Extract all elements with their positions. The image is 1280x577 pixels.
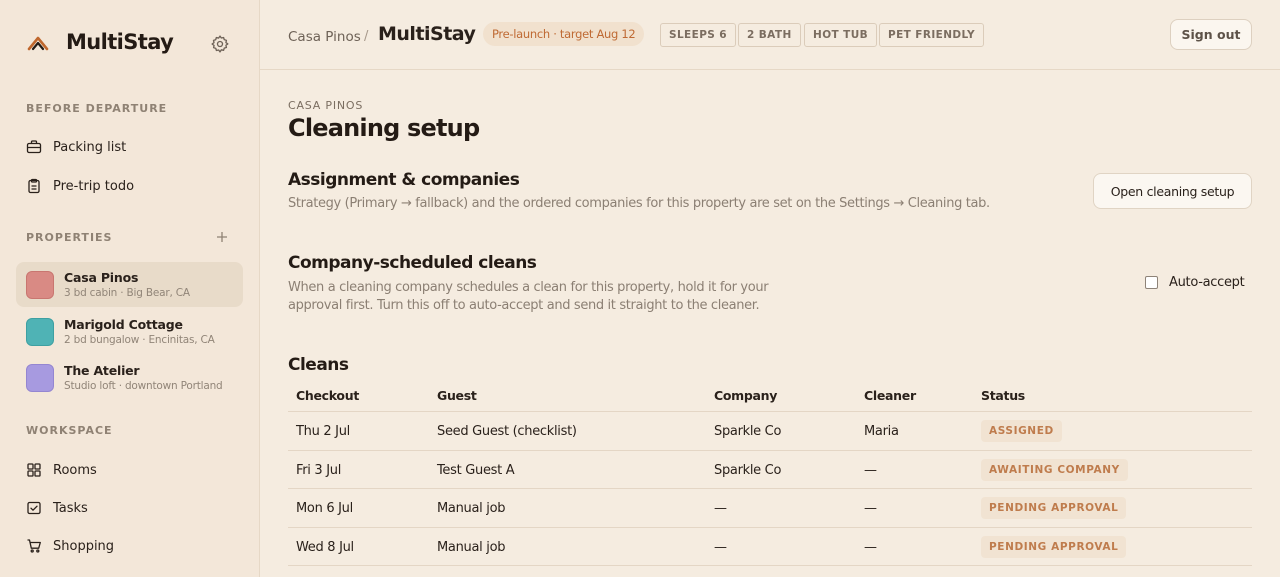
property-name: The Atelier: [64, 363, 140, 378]
column-header-guest: Guest: [437, 388, 477, 403]
app-name: MultiStay: [66, 30, 174, 54]
property-subtitle: Studio loft · downtown Portland: [64, 380, 223, 392]
sidebar-item-label: Rooms: [53, 462, 97, 478]
clipboard-icon: [28, 178, 40, 194]
cell-guest: Manual job: [437, 539, 506, 555]
sign-out-button[interactable]: Sign out: [1170, 19, 1252, 50]
sidebar-item-tasks[interactable]: Tasks: [16, 492, 243, 524]
auto-accept-toggle[interactable]: Auto-accept: [1145, 275, 1245, 290]
open-cleaning-setup-button[interactable]: Open cleaning setup: [1093, 173, 1252, 209]
tag-bath: 2 BATH: [738, 23, 801, 47]
cell-cleaner: —: [864, 462, 877, 478]
table-row[interactable]: Wed 8 Jul Manual job — — PENDING APPROVA…: [288, 528, 1252, 566]
cell-cleaner: —: [864, 539, 877, 555]
sidebar-item-pre-trip-todo[interactable]: Pre-trip todo: [16, 170, 243, 202]
company-cleans-heading: Company-scheduled cleans: [288, 253, 537, 273]
assignment-description: Strategy (Primary → fallback) and the or…: [288, 196, 990, 211]
auto-accept-checkbox[interactable]: [1145, 276, 1158, 289]
cell-company: —: [714, 539, 727, 555]
status-badge: PENDING APPROVAL: [981, 535, 1127, 558]
property-subtitle: 3 bd cabin · Big Bear, CA: [64, 287, 190, 299]
cart-icon: [27, 539, 41, 553]
cell-checkout: Mon 6 Jul: [296, 501, 353, 516]
column-header-status: Status: [981, 388, 1025, 403]
table-row[interactable]: Mon 6 Jul Manual job — — PENDING APPROVA…: [288, 489, 1252, 528]
cleans-table: Checkout Guest Company Cleaner Status Th…: [288, 380, 1252, 566]
property-name: Casa Pinos: [64, 270, 139, 285]
cell-guest: Test Guest A: [437, 462, 515, 478]
cell-guest: Seed Guest (checklist): [437, 424, 577, 439]
cell-cleaner: —: [864, 501, 877, 516]
sidebar-item-shopping[interactable]: Shopping: [16, 530, 243, 562]
column-header-cleaner: Cleaner: [864, 388, 916, 403]
cell-cleaner: Maria: [864, 424, 899, 439]
prelaunch-badge: Pre-launch · target Aug 12: [483, 22, 645, 46]
page-header-title: MultiStay: [378, 23, 476, 45]
column-header-checkout: Checkout: [296, 388, 359, 403]
tag-hot-tub: HOT TUB: [804, 23, 878, 47]
property-item-the-atelier[interactable]: The Atelier Studio loft · downtown Portl…: [16, 355, 243, 400]
property-color-swatch: [26, 270, 54, 299]
grid-icon: [27, 463, 41, 477]
section-label-workspace: WORKSPACE: [26, 424, 113, 437]
property-subtitle: 2 bd bungalow · Encinitas, CA: [64, 334, 215, 346]
table-row[interactable]: Fri 3 Jul Test Guest A Sparkle Co — AWAI…: [288, 451, 1252, 489]
gear-icon[interactable]: [210, 34, 230, 54]
cell-company: —: [714, 501, 727, 516]
column-header-company: Company: [714, 388, 778, 403]
cell-guest: Manual job: [437, 501, 506, 516]
cell-company: Sparkle Co: [714, 424, 782, 439]
brand[interactable]: MultiStay: [26, 30, 174, 54]
property-color-swatch: [26, 363, 54, 392]
suitcase-icon: [26, 140, 42, 154]
assignment-heading: Assignment & companies: [288, 170, 520, 190]
company-cleans-description-line1: When a cleaning company schedules a clea…: [288, 280, 769, 295]
cell-checkout: Thu 2 Jul: [296, 424, 350, 439]
cell-checkout: Wed 8 Jul: [296, 539, 354, 555]
status-badge: PENDING APPROVAL: [981, 497, 1127, 519]
sidebar-item-label: Pre-trip todo: [53, 178, 135, 194]
cleans-heading: Cleans: [288, 355, 349, 375]
breadcrumb-separator: /: [364, 29, 369, 44]
status-badge: AWAITING COMPANY: [981, 458, 1128, 481]
section-label-properties: PROPERTIES: [26, 231, 113, 244]
tag-pet-friendly: PET FRIENDLY: [879, 23, 984, 47]
status-badge: ASSIGNED: [981, 420, 1062, 442]
cell-checkout: Fri 3 Jul: [296, 462, 342, 478]
page-title: Cleaning setup: [288, 114, 480, 142]
sidebar-item-packing-list[interactable]: Packing list: [16, 131, 243, 163]
table-header: Checkout Guest Company Cleaner Status: [288, 380, 1252, 412]
property-name: Marigold Cottage: [64, 317, 183, 332]
breadcrumb-parent[interactable]: Casa Pinos: [288, 29, 361, 45]
sidebar-item-label: Shopping: [53, 538, 115, 554]
property-item-marigold-cottage[interactable]: Marigold Cottage 2 bd bungalow · Encinit…: [16, 309, 243, 354]
page-eyebrow: CASA PINOS: [288, 99, 364, 112]
sidebar-item-label: Packing list: [53, 139, 127, 155]
add-property-icon[interactable]: [214, 229, 230, 245]
sidebar-item-rooms[interactable]: Rooms: [16, 454, 243, 486]
top-bar: Casa Pinos / MultiStay Pre-launch · targ…: [260, 0, 1280, 70]
property-color-swatch: [26, 317, 54, 346]
property-item-casa-pinos[interactable]: Casa Pinos 3 bd cabin · Big Bear, CA: [16, 262, 243, 307]
tag-sleeps: SLEEPS 6: [660, 23, 737, 47]
app-logo-icon: [27, 36, 49, 51]
section-label-before-departure: BEFORE DEPARTURE: [26, 102, 168, 115]
cell-company: Sparkle Co: [714, 462, 782, 478]
sidebar: MultiStay BEFORE DEPARTURE Packing list …: [0, 0, 260, 577]
sidebar-item-label: Tasks: [53, 500, 88, 516]
auto-accept-label: Auto-accept: [1169, 275, 1245, 290]
table-row[interactable]: Thu 2 Jul Seed Guest (checklist) Sparkle…: [288, 412, 1252, 451]
company-cleans-description-line2: approval first. Turn this off to auto-ac…: [288, 298, 760, 313]
checkbox-icon: [27, 501, 41, 515]
